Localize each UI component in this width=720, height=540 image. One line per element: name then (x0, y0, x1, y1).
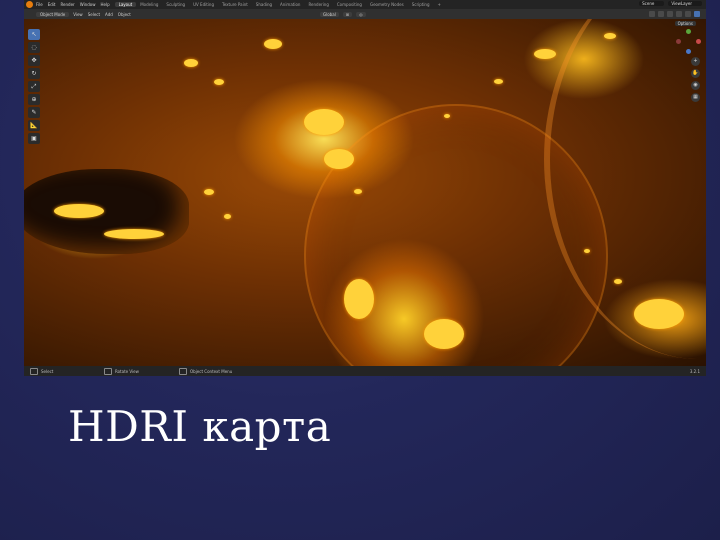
zoom-icon[interactable]: + (691, 57, 700, 66)
measure-tool-icon[interactable]: 📐 (28, 120, 40, 131)
viewport-header: Object Mode View Select Add Object Globa… (24, 9, 706, 19)
shading-solid-icon[interactable] (676, 11, 682, 17)
fire-spark (54, 204, 104, 218)
slide-title: HDRI карта (68, 402, 332, 451)
annotate-tool-icon[interactable]: ✎ (28, 107, 40, 118)
menu-render[interactable]: Render (60, 2, 74, 7)
version-label: 3.2.1 (689, 368, 700, 374)
options-dropdown[interactable]: Options (674, 21, 696, 26)
status-bar: Select Rotate View Object Context Menu 3… (24, 366, 706, 376)
blender-logo-icon[interactable] (26, 1, 33, 8)
fire-spark (224, 214, 231, 219)
tab-sculpting[interactable]: Sculpting (162, 2, 189, 7)
z-axis-icon[interactable] (686, 49, 691, 54)
tab-geometry-nodes[interactable]: Geometry Nodes (366, 2, 408, 7)
scale-tool-icon[interactable]: ⤢ (28, 81, 40, 92)
menu-view[interactable]: View (73, 12, 83, 17)
rotate-tool-icon[interactable]: ↻ (28, 68, 40, 79)
shading-wireframe-icon[interactable] (667, 11, 673, 17)
status-context-label: Object Context Menu (190, 368, 233, 374)
tab-modeling[interactable]: Modeling (136, 2, 162, 7)
camera-icon[interactable]: ◉ (691, 81, 700, 90)
mouse-middle-icon (104, 367, 112, 375)
x-axis-icon[interactable] (696, 39, 701, 44)
transform-orientation-selector[interactable]: Global (320, 11, 339, 17)
add-cube-tool-icon[interactable]: ▣ (28, 133, 40, 144)
fire-spark (264, 39, 282, 49)
move-tool-icon[interactable]: ✥ (28, 55, 40, 66)
status-select-label: Select (41, 368, 54, 374)
tool-shelf: ↖ ◌ ✥ ↻ ⤢ ⊕ ✎ 📐 ▣ (28, 29, 40, 144)
fire-spark (104, 229, 164, 239)
fire-spark (534, 49, 556, 59)
add-workspace-button[interactable]: + (434, 2, 445, 7)
3d-viewport[interactable]: ↖ ◌ ✥ ↻ ⤢ ⊕ ✎ 📐 ▣ + ✋ ◉ ▦ (24, 19, 706, 366)
fire-spark (634, 299, 684, 329)
fire-spark (184, 59, 198, 67)
menu-window[interactable]: Window (80, 2, 96, 7)
mode-selector[interactable]: Object Mode (36, 11, 70, 17)
neg-x-axis-icon[interactable] (676, 39, 681, 44)
fire-spark (614, 279, 622, 284)
cursor-tool-icon[interactable]: ◌ (28, 42, 40, 53)
status-context: Object Context Menu (179, 367, 233, 375)
menu-edit[interactable]: Edit (48, 2, 56, 7)
status-select: Select (30, 367, 54, 375)
navigation-gizmo[interactable] (676, 29, 702, 55)
tab-layout[interactable]: Layout (114, 2, 137, 7)
tab-scripting[interactable]: Scripting (408, 2, 434, 7)
tab-uv-editing[interactable]: UV Editing (189, 2, 218, 7)
lava-rock (24, 169, 189, 254)
shading-material-icon[interactable] (685, 11, 691, 17)
slide: { "slide": { "title": "HDRI карта" }, "b… (0, 0, 720, 540)
menu-help[interactable]: Help (100, 2, 109, 7)
status-rotate-label: Rotate View (115, 368, 139, 374)
fire-spark (444, 114, 450, 118)
scene-selector[interactable]: Scene (639, 1, 665, 6)
tab-rendering[interactable]: Rendering (304, 2, 332, 7)
top-bar: File Edit Render Window Help Layout Mode… (24, 0, 706, 9)
menu-file[interactable]: File (36, 2, 43, 7)
snap-icon[interactable]: ⊞ (342, 11, 353, 17)
status-rotate: Rotate View (104, 367, 139, 375)
select-tool-icon[interactable]: ↖ (28, 29, 40, 40)
fire-spark (584, 249, 590, 253)
fire-spark (304, 109, 344, 135)
transform-tool-icon[interactable]: ⊕ (28, 94, 40, 105)
menu-add[interactable]: Add (105, 12, 113, 17)
perspective-icon[interactable]: ▦ (691, 93, 700, 102)
mouse-right-icon (179, 367, 187, 375)
xray-icon[interactable] (658, 11, 664, 17)
overlay-icon[interactable] (649, 11, 655, 17)
fire-spark (354, 189, 362, 194)
tab-compositing[interactable]: Compositing (333, 2, 366, 7)
fire-spark (324, 149, 354, 169)
tab-shading[interactable]: Shading (252, 2, 276, 7)
fire-spark (204, 189, 214, 195)
fire-spark (424, 319, 464, 349)
menu-object[interactable]: Object (118, 12, 131, 17)
proportional-edit-icon[interactable]: ◎ (356, 11, 366, 17)
navigation-buttons: + ✋ ◉ ▦ (691, 57, 700, 102)
fire-spark (344, 279, 374, 319)
blender-screenshot: File Edit Render Window Help Layout Mode… (24, 0, 706, 376)
fire-spark (494, 79, 503, 84)
view-layer-selector[interactable]: ViewLayer (668, 1, 702, 6)
fire-spark (214, 79, 224, 85)
y-axis-icon[interactable] (686, 29, 691, 34)
fire-spark (604, 33, 616, 39)
shading-rendered-icon[interactable] (694, 11, 700, 17)
tab-animation[interactable]: Animation (276, 2, 304, 7)
menu-select[interactable]: Select (88, 12, 100, 17)
pan-icon[interactable]: ✋ (691, 69, 700, 78)
tab-texture-paint[interactable]: Texture Paint (218, 2, 252, 7)
mouse-left-icon (30, 367, 38, 375)
